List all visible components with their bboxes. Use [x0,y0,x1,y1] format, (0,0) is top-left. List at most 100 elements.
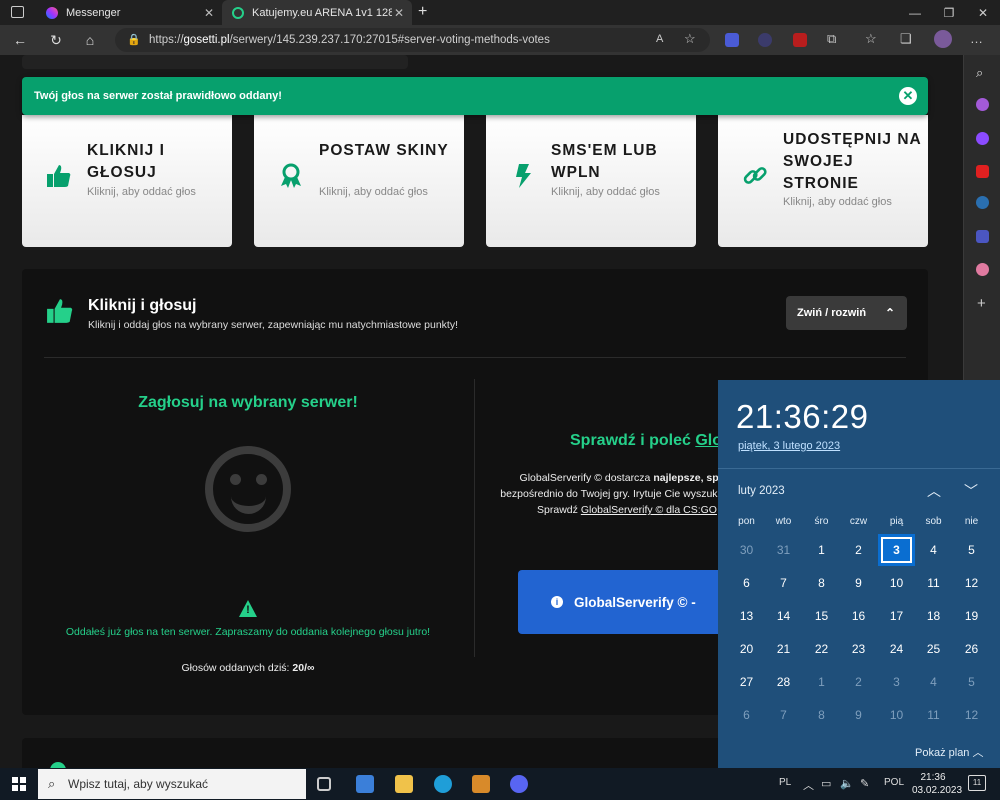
calendar-day[interactable]: 3 [878,534,915,566]
chevron-up-icon[interactable]: ︿ [803,777,814,793]
calendar-day[interactable]: 7 [765,567,802,599]
minimize-icon[interactable]: — [898,0,932,25]
tray-clock[interactable]: 21:36 03.02.2023 [912,771,962,797]
network-icon[interactable]: ▭ [821,777,831,790]
extension-m-icon[interactable] [725,33,739,47]
favorites-bar-icon[interactable]: ☆ [865,31,877,47]
calendar-day[interactable]: 4 [915,666,952,698]
messenger-icon[interactable] [976,132,989,145]
extension-circle-icon[interactable] [758,33,772,47]
restore-icon[interactable]: ❐ [932,0,966,25]
app-icon[interactable] [976,263,989,276]
calendar-day[interactable]: 13 [728,600,765,632]
new-tab-button[interactable]: + [418,3,427,21]
calendar-day[interactable]: 19 [953,600,990,632]
clock-date[interactable]: piątek, 3 lutego 2023 [738,440,840,452]
file-explorer-icon[interactable] [395,775,413,793]
lock-icon[interactable]: 🔒 [127,33,141,46]
copilot-icon[interactable] [976,98,989,111]
calendar-day[interactable]: 1 [803,666,840,698]
calendar-day[interactable]: 6 [728,567,765,599]
calendar-day[interactable]: 2 [840,666,877,698]
store-icon[interactable] [356,775,374,793]
show-plan-button[interactable]: Pokaż plan ︿ [915,744,984,760]
calendar-day[interactable]: 8 [803,699,840,731]
calendar-day[interactable]: 25 [915,633,952,665]
calendar-day[interactable]: 11 [915,567,952,599]
chevron-down-icon[interactable]: ﹀ [964,481,978,501]
tray-language[interactable]: PL [779,777,791,788]
close-window-icon[interactable]: ✕ [966,0,1000,25]
method-card-share[interactable]: UDOSTĘPNIJ NA SWOJEJ STRONIE Kliknij, ab… [718,115,928,247]
calendar-day[interactable]: 26 [953,633,990,665]
address-bar[interactable]: 🔒 https://gosetti.pl/serwery/145.239.237… [115,28,710,52]
add-icon[interactable]: + [977,295,986,312]
teams-icon[interactable] [976,230,989,243]
pen-icon[interactable]: ✎ [860,777,869,790]
calendar-day[interactable]: 27 [728,666,765,698]
globalserverify-button[interactable]: i GlobalServerify © - [518,570,748,634]
method-card-sms[interactable]: SMS'EM LUB WPLN Kliknij, aby oddać głos [486,115,696,247]
home-icon[interactable]: ⌂ [80,30,100,50]
calendar-day[interactable]: 30 [728,534,765,566]
method-card-skins[interactable]: POSTAW SKINY Kliknij, aby oddać głos [254,115,464,247]
chevron-up-icon[interactable]: ︿ [927,481,941,501]
calendar-day[interactable]: 12 [953,699,990,731]
calendar-day[interactable]: 17 [878,600,915,632]
calendar-month[interactable]: luty 2023 [738,485,785,497]
promo-link[interactable]: GlobalServerify © [581,504,663,516]
close-icon[interactable]: ✕ [204,6,214,20]
calendar-day[interactable]: 9 [840,699,877,731]
task-view-icon[interactable] [317,777,331,791]
method-card-click[interactable]: KLIKNIJ I GŁOSUJ Kliknij, aby oddać głos [22,115,232,247]
close-icon[interactable]: ✕ [394,6,404,20]
refresh-icon[interactable]: ↻ [46,30,66,50]
back-icon[interactable]: ← [10,30,30,50]
calendar-day[interactable]: 24 [878,633,915,665]
windows-start-icon[interactable] [12,777,26,791]
collections-icon[interactable]: ❏ [900,31,912,47]
tab-katujemy[interactable]: Katujemy.eu ARENA 1v1 128TR ✕ [222,0,412,25]
read-aloud-icon[interactable]: A [656,33,663,45]
calendar-day[interactable]: 22 [803,633,840,665]
calendar-day[interactable]: 5 [953,666,990,698]
calendar-day[interactable]: 31 [765,534,802,566]
tray-keyboard-layout[interactable]: POL [884,777,904,788]
calendar-day[interactable]: 6 [728,699,765,731]
calendar-day[interactable]: 10 [878,567,915,599]
discord-icon[interactable] [510,775,528,793]
extension-ublock-icon[interactable] [793,33,807,47]
calendar-day[interactable]: 23 [840,633,877,665]
calendar-day[interactable]: 8 [803,567,840,599]
favorite-icon[interactable]: ☆ [684,31,696,47]
calendar-day[interactable]: 12 [953,567,990,599]
calendar-day[interactable]: 11 [915,699,952,731]
csgo-icon[interactable] [472,775,490,793]
calendar-day[interactable]: 10 [878,699,915,731]
calendar-day[interactable]: 14 [765,600,802,632]
notifications-icon[interactable]: 11 [968,775,986,791]
calendar-day[interactable]: 18 [915,600,952,632]
collapse-toggle-button[interactable]: Zwiń / rozwiń ⌃ [786,296,907,330]
search-icon[interactable]: ⌕ [976,65,983,81]
extensions-icon[interactable]: ⧉ [827,31,836,47]
tab-actions-icon[interactable] [11,6,24,18]
calendar-day[interactable]: 21 [765,633,802,665]
steam-icon[interactable] [976,196,989,209]
tab-messenger[interactable]: Messenger ✕ [36,0,222,25]
more-icon[interactable]: … [970,31,983,46]
calendar-day[interactable]: 1 [803,534,840,566]
calendar-day[interactable]: 9 [840,567,877,599]
calendar-day[interactable]: 20 [728,633,765,665]
youtube-icon[interactable] [976,165,989,178]
close-icon[interactable]: ✕ [899,87,917,105]
taskbar-search[interactable]: ⌕ Wpisz tutaj, aby wyszukać [38,769,306,799]
calendar-day[interactable]: 3 [878,666,915,698]
volume-icon[interactable]: 🔈 [840,777,854,790]
calendar-day[interactable]: 7 [765,699,802,731]
edge-icon[interactable] [434,775,452,793]
calendar-day[interactable]: 5 [953,534,990,566]
calendar-day[interactable]: 2 [840,534,877,566]
calendar-day[interactable]: 4 [915,534,952,566]
calendar-day[interactable]: 15 [803,600,840,632]
